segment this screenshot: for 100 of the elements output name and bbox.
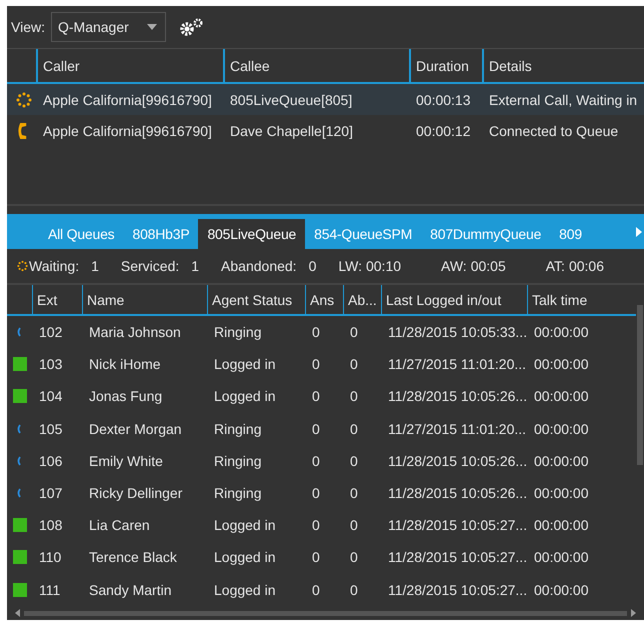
table-cell-text: Ringing — [213, 324, 262, 340]
table-cell-text: Terence Black — [88, 549, 178, 566]
table-cell-text: 00:00:00 — [533, 485, 590, 502]
stat-value: 00:10 — [366, 258, 402, 274]
column-header[interactable]: Ext — [32, 285, 82, 314]
table-cell-text: Jonas Fung — [88, 388, 164, 404]
table-cell-text: 11/28/2015 10:05:26... — [387, 485, 527, 502]
table-cell-text: 805LiveQueue[805] — [229, 92, 354, 108]
table-cell-text: Ringing — [213, 420, 262, 437]
table-cell-text: 00:00:13 — [415, 92, 472, 108]
table-cell-text: 0 — [349, 549, 359, 566]
table-cell-text: 105 — [38, 420, 64, 437]
table-cell-text: 0 — [311, 582, 321, 598]
table-cell-text: 11/27/2015 11:01:20... — [387, 356, 527, 372]
stat-value: 00:05 — [470, 258, 506, 274]
phone-icon — [16, 327, 22, 338]
table-cell-text: Apple California[99616790] — [42, 122, 213, 138]
phone-icon — [16, 424, 22, 434]
table-cell-text: 0 — [311, 517, 321, 534]
caret-icon — [146, 24, 157, 30]
table-cell-text: 0 — [349, 388, 359, 404]
table-cell-text: Logged in — [213, 517, 277, 534]
table-cell-text: 00:00:00 — [533, 549, 590, 566]
table-cell-text: 0 — [311, 420, 321, 437]
table-cell-text: 11/28/2015 10:05:27... — [387, 517, 527, 534]
call-row[interactable]: Apple California[99616790] Dave Chapelle[120] 00:00:12 Connected to Queue — [7, 115, 644, 146]
table-cell-text: Ringing — [213, 485, 262, 502]
table-cell-text: Dexter Morgan — [88, 420, 183, 437]
stat-label: Abandoned: — [221, 258, 297, 274]
table-cell-text: 11/28/2015 10:05:26... — [387, 452, 527, 469]
table-cell-text: Emily White — [88, 452, 164, 469]
column-header[interactable]: Caller — [36, 49, 223, 82]
table-cell-text: 11/28/2015 10:05:26... — [387, 388, 527, 404]
table-cell-text: 00:00:00 — [533, 582, 590, 598]
column-header[interactable]: Agent Status — [207, 285, 305, 314]
table-cell-text: 0 — [349, 324, 359, 340]
table-cell-text: 0 — [311, 356, 321, 372]
stat-label: Waiting: — [29, 258, 80, 274]
stat-value: 1 — [91, 258, 99, 274]
stat-label: AW: — [441, 258, 467, 274]
view-dropdown[interactable]: Q-Manager — [50, 12, 166, 42]
table-cell-text: External Call, Waiting in — [488, 92, 638, 108]
table-cell-text: 0 — [311, 388, 321, 404]
table-cell-text: 11/28/2015 10:05:27... — [387, 549, 527, 566]
table-cell-text: 0 — [349, 485, 359, 502]
phone-icon — [16, 122, 28, 140]
table-cell-text: 110 — [38, 549, 62, 566]
column-header[interactable]: Name — [82, 285, 207, 314]
table-cell-text: Nick iHome — [88, 356, 162, 372]
column-header[interactable]: Details — [482, 49, 644, 82]
table-cell-text: 00:00:00 — [533, 452, 590, 469]
table-cell-text: 111 — [38, 582, 62, 598]
table-cell-text: 106 — [38, 452, 64, 469]
call-row[interactable]: Apple California[99616790] 805LiveQueue[805] 00:00:13 External Call, Waiting in — [7, 84, 644, 115]
phone-icon — [16, 488, 22, 498]
table-cell-text: Apple California[99616790] — [42, 92, 213, 108]
scroll-right-icon[interactable] — [636, 227, 642, 237]
stat-value: 1 — [191, 258, 200, 274]
table-cell-text: 0 — [349, 517, 359, 534]
table-cell-text: 0 — [311, 485, 321, 502]
table-cell-text: 00:00:00 — [533, 420, 590, 437]
status-square-icon — [12, 518, 26, 532]
table-cell-text: Logged in — [213, 549, 277, 566]
table-cell-text: 0 — [349, 356, 359, 372]
column-header[interactable]: Callee — [223, 49, 409, 82]
stat-label: Serviced: — [120, 258, 180, 274]
table-cell-text: 103 — [38, 356, 64, 372]
table-cell-text: 00:00:00 — [533, 388, 590, 404]
table-cell-text: 00:00:00 — [533, 517, 590, 534]
table-cell-text: Lia Caren — [88, 517, 151, 534]
table-cell-text: 00:00:12 — [415, 122, 472, 138]
table-cell-text: 102 — [38, 324, 64, 340]
table-cell-text: Logged in — [213, 388, 277, 404]
table-cell-text: Ricky Dellinger — [88, 485, 184, 502]
stat-label: LW: — [338, 258, 362, 274]
stat-label: AT: — [546, 258, 565, 274]
queue-tab[interactable]: 805LiveQueue — [198, 219, 306, 249]
scrollbar-thumb[interactable] — [637, 305, 643, 465]
table-cell-text: Dave Chapelle[120] — [229, 122, 354, 138]
scrollbar-thumb[interactable] — [24, 610, 627, 616]
table-cell-text: Ringing — [213, 452, 262, 469]
column-header[interactable]: Ab... — [343, 285, 381, 314]
table-cell-text: 107 — [38, 485, 64, 502]
column-header[interactable]: Duration — [409, 49, 482, 82]
table-cell-text: 104 — [38, 388, 64, 404]
scroll-right-icon — [631, 609, 636, 617]
table-cell-text: 108 — [38, 517, 64, 534]
gears-icon[interactable] — [178, 17, 204, 37]
stat-value: 0 — [308, 258, 316, 274]
stat-value: 00:06 — [568, 258, 604, 274]
table-cell-text: 0 — [311, 324, 321, 340]
table-cell-text: Maria Johnson — [88, 324, 182, 340]
column-header[interactable]: Last Logged in/out — [381, 285, 527, 314]
table-cell-text: Connected to Queue — [488, 122, 620, 138]
table-cell-text: 0 — [311, 452, 321, 469]
column-header[interactable]: Ans — [305, 285, 343, 314]
table-cell-text: 11/27/2015 11:01:20... — [387, 420, 527, 437]
status-square-icon — [12, 582, 26, 597]
table-cell-text: 0 — [311, 549, 321, 566]
table-cell-text: 00:00:00 — [533, 356, 590, 372]
